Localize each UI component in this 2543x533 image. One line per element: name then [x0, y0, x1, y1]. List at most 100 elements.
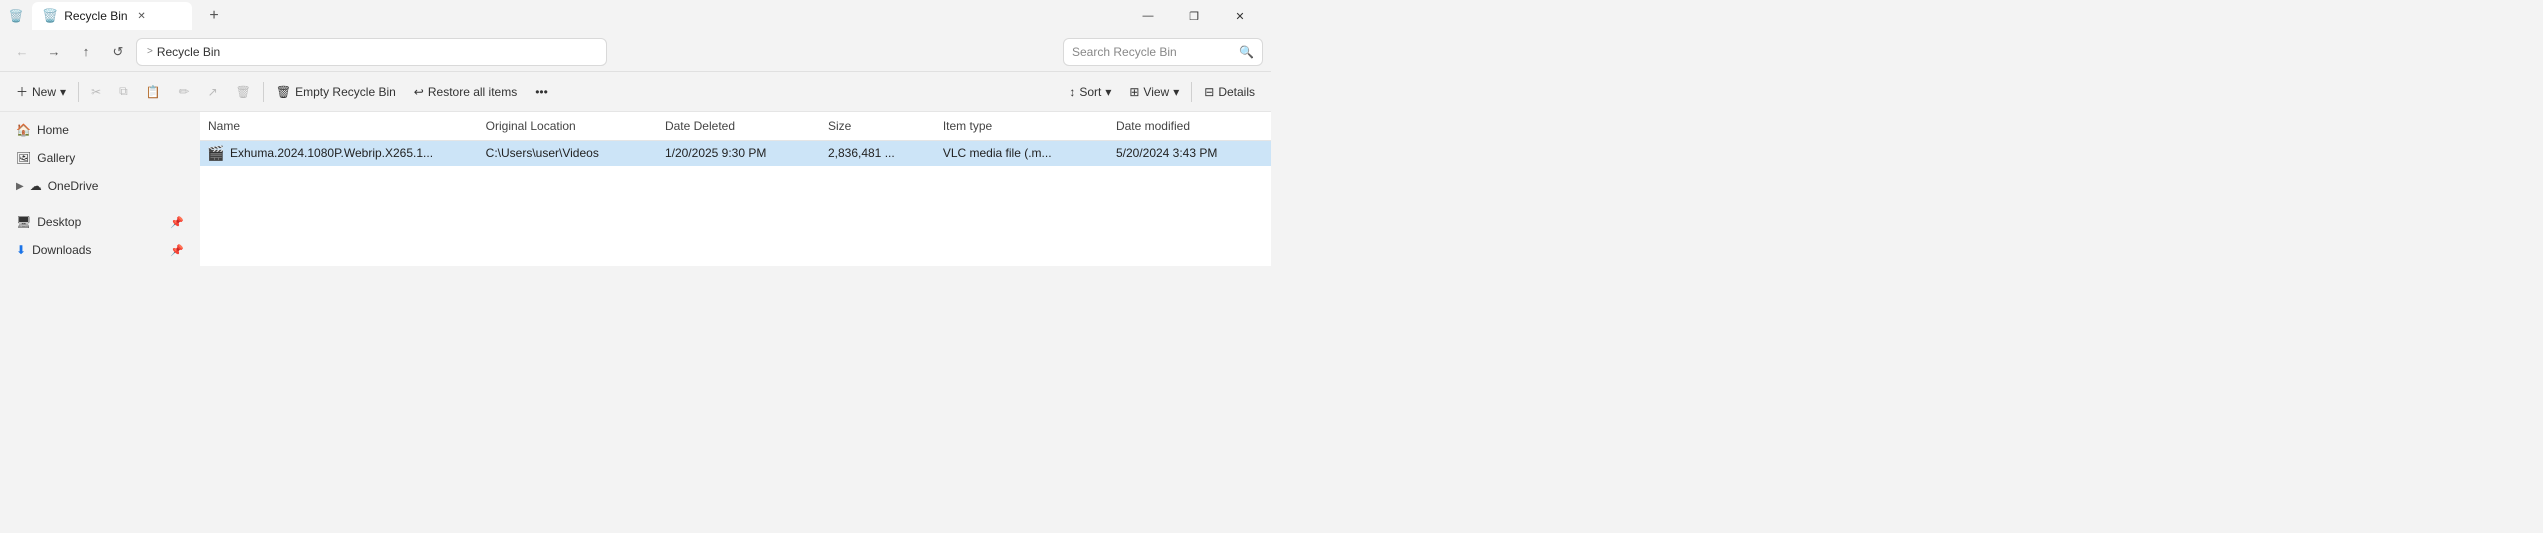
sidebar-item-onedrive-label: OneDrive: [48, 179, 99, 193]
rename-icon: ✏: [179, 84, 190, 100]
pin-icon-desktop: 📌: [170, 216, 184, 229]
restore-icon: ↩: [414, 85, 424, 99]
restore-label: Restore all items: [428, 85, 517, 99]
file-name: Exhuma.2024.1080P.Webrip.X265.1...: [230, 146, 433, 160]
file-item-type-cell: VLC media file (.m...: [935, 140, 1108, 166]
empty-recycle-button[interactable]: 🗑 Empty Recycle Bin: [268, 78, 404, 106]
file-scroll-area[interactable]: Name Original Location Date Deleted Size: [200, 112, 1271, 166]
sidebar-desktop-label: Desktop: [37, 215, 81, 229]
window-controls: — ❐ ✕: [1125, 0, 1263, 32]
file-date-modified: 5/20/2024 3:43 PM: [1116, 146, 1217, 160]
sidebar-item-documents[interactable]: 📄 Documents 📌: [4, 264, 196, 266]
sidebar: 🏠 Home 🖼 Gallery ▶ ☁ OneDrive 🖥 Desktop …: [0, 112, 200, 266]
file-table: Name Original Location Date Deleted Size: [200, 112, 1271, 166]
new-button[interactable]: ＋ New ▾: [8, 78, 74, 106]
table-row[interactable]: 🎬 Exhuma.2024.1080P.Webrip.X265.1... C:\…: [200, 140, 1271, 166]
sidebar-item-home[interactable]: 🏠 Home: [4, 116, 196, 144]
forward-button[interactable]: →: [40, 38, 68, 66]
desktop-icon: 🖥: [16, 215, 31, 229]
view-chevron: ▾: [1173, 85, 1179, 99]
delete-button[interactable]: 🗑: [228, 78, 259, 106]
more-button[interactable]: •••: [527, 78, 556, 106]
sidebar-downloads-label: Downloads: [32, 243, 91, 257]
search-box[interactable]: Search Recycle Bin 🔍: [1063, 38, 1263, 66]
tab-icon: 🗑️: [42, 8, 58, 24]
sidebar-item-home-label: Home: [37, 123, 69, 137]
empty-recycle-icon: 🗑: [276, 85, 291, 99]
new-tab-button[interactable]: +: [200, 2, 228, 30]
chevron-right-icon: ▶: [16, 181, 24, 192]
path-separator: >: [147, 46, 153, 57]
col-header-name[interactable]: Name: [200, 112, 478, 140]
divider-1: [78, 82, 79, 102]
restore-button[interactable]: ❐: [1171, 0, 1217, 32]
copy-button[interactable]: ⧉: [111, 78, 136, 106]
sort-button[interactable]: ↕ Sort ▾: [1061, 78, 1119, 106]
view-label: View: [1143, 85, 1169, 99]
empty-recycle-label: Empty Recycle Bin: [295, 85, 396, 99]
back-button[interactable]: ←: [8, 38, 36, 66]
more-icon: •••: [535, 85, 548, 99]
col-header-size[interactable]: Size: [820, 112, 935, 140]
main-area: 🏠 Home 🖼 Gallery ▶ ☁ OneDrive 🖥 Desktop …: [0, 112, 1271, 266]
tab-close-button[interactable]: ✕: [134, 8, 150, 24]
close-button[interactable]: ✕: [1217, 0, 1263, 32]
divider-2: [263, 82, 264, 102]
paste-button[interactable]: 📋: [138, 78, 169, 106]
sort-label: Sort: [1079, 85, 1101, 99]
delete-icon: 🗑: [236, 85, 251, 99]
pin-icon-downloads: 📌: [170, 244, 184, 257]
file-content: Name Original Location Date Deleted Size: [200, 112, 1271, 266]
cut-button[interactable]: ✂: [83, 78, 109, 106]
col-header-date-modified[interactable]: Date modified: [1108, 112, 1271, 140]
col-header-date-deleted[interactable]: Date Deleted: [657, 112, 820, 140]
home-icon: 🏠: [16, 123, 31, 137]
new-icon: ＋: [16, 83, 28, 100]
divider-3: [1191, 82, 1192, 102]
addressbar: ← → ↑ ↺ > Recycle Bin Search Recycle Bin…: [0, 32, 1271, 72]
file-original-location: C:\Users\user\Videos: [486, 146, 599, 160]
file-name-cell: 🎬 Exhuma.2024.1080P.Webrip.X265.1...: [200, 140, 478, 166]
active-tab[interactable]: 🗑️ Recycle Bin ✕: [32, 2, 192, 30]
sort-chevron: ▾: [1105, 85, 1111, 99]
rename-button[interactable]: ✏: [171, 78, 198, 106]
share-icon: ↗: [208, 85, 218, 99]
new-label: New: [32, 85, 56, 99]
search-placeholder: Search Recycle Bin: [1072, 45, 1177, 59]
col-header-item-type[interactable]: Item type: [935, 112, 1108, 140]
file-size-cell: 2,836,481 ...: [820, 140, 935, 166]
gallery-icon: 🖼: [16, 151, 31, 165]
new-chevron: ▾: [60, 85, 66, 99]
onedrive-icon: ☁: [30, 179, 42, 193]
path-location: Recycle Bin: [157, 45, 220, 59]
sidebar-item-gallery-label: Gallery: [37, 151, 75, 165]
search-icon: 🔍: [1239, 45, 1254, 59]
toolbar: ＋ New ▾ ✂ ⧉ 📋 ✏ ↗ 🗑 🗑 Empty Recycle Bin …: [0, 72, 1271, 112]
sidebar-item-downloads[interactable]: ⬇ Downloads 📌: [4, 236, 196, 264]
paste-icon: 📋: [146, 85, 161, 99]
titlebar: 🗑️ 🗑️ Recycle Bin ✕ + — ❐ ✕: [0, 0, 1271, 32]
view-button[interactable]: ⊞ View ▾: [1121, 78, 1187, 106]
up-button[interactable]: ↑: [72, 38, 100, 66]
restore-all-button[interactable]: ↩ Restore all items: [406, 78, 525, 106]
address-path[interactable]: > Recycle Bin: [136, 38, 607, 66]
sidebar-item-onedrive[interactable]: ▶ ☁ OneDrive: [4, 172, 196, 200]
details-icon: ⊟: [1204, 85, 1214, 99]
file-original-location-cell: C:\Users\user\Videos: [478, 140, 657, 166]
refresh-button[interactable]: ↺: [104, 38, 132, 66]
details-label: Details: [1218, 85, 1255, 99]
copy-icon: ⧉: [119, 84, 128, 99]
sidebar-item-gallery[interactable]: 🖼 Gallery: [4, 144, 196, 172]
file-type-icon: 🎬: [208, 145, 224, 161]
share-button[interactable]: ↗: [200, 78, 226, 106]
details-button[interactable]: ⊟ Details: [1196, 78, 1263, 106]
minimize-button[interactable]: —: [1125, 0, 1171, 32]
tab-label: Recycle Bin: [64, 9, 127, 23]
cut-icon: ✂: [91, 85, 101, 99]
sidebar-item-desktop[interactable]: 🖥 Desktop 📌: [4, 208, 196, 236]
file-size: 2,836,481 ...: [828, 146, 895, 160]
col-header-original-location[interactable]: Original Location: [478, 112, 657, 140]
downloads-icon: ⬇: [16, 243, 26, 257]
sort-icon: ↕: [1069, 85, 1075, 99]
file-date-modified-cell: 5/20/2024 3:43 PM: [1108, 140, 1271, 166]
